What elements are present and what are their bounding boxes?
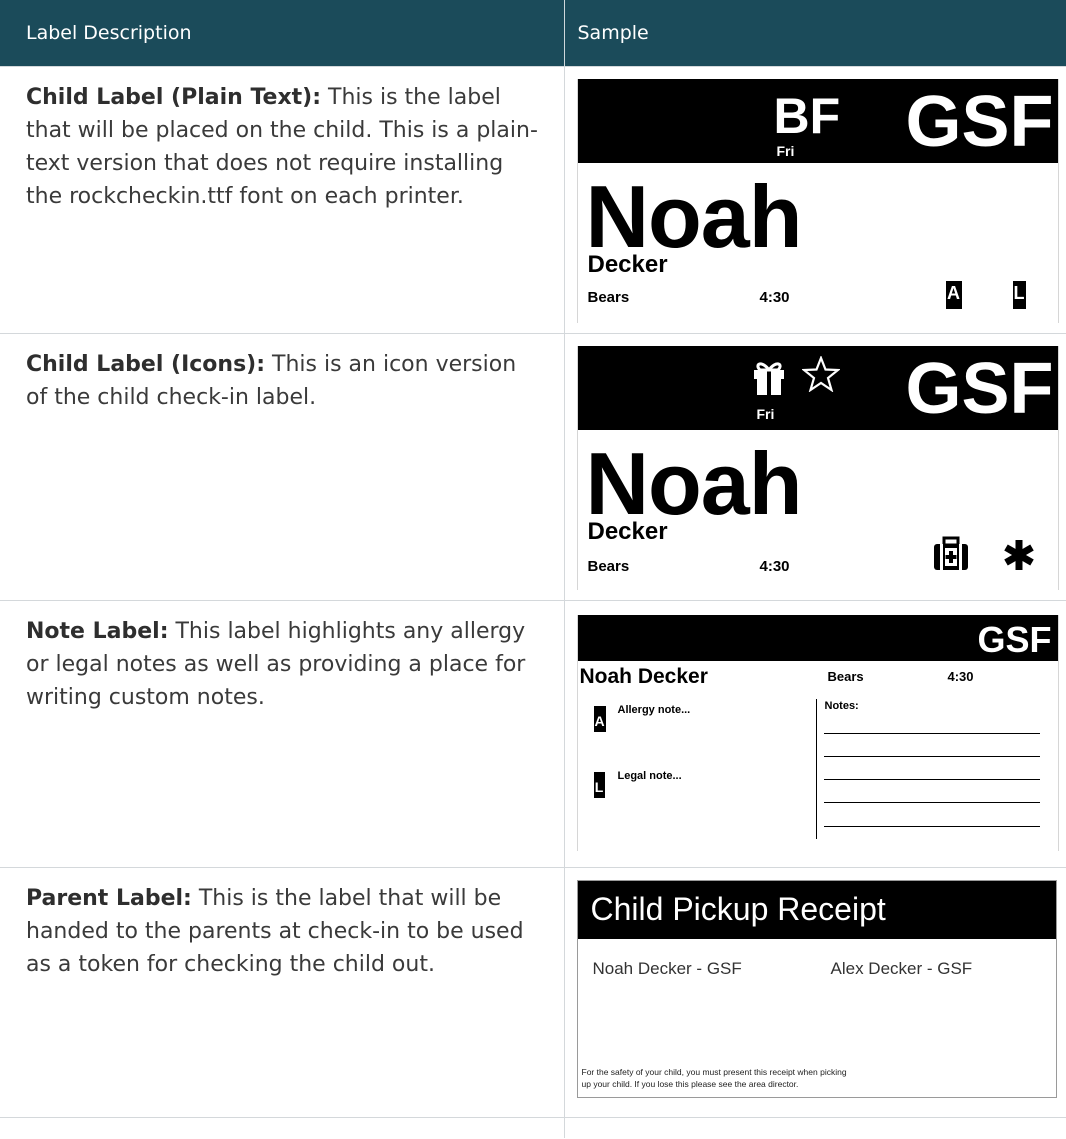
- receipt-footer-line2: up your child. If you lose this please s…: [581, 1079, 799, 1089]
- last-name: Decker: [587, 518, 668, 545]
- legal-note: Legal note...: [617, 770, 682, 782]
- checkin-time: 4:30: [759, 558, 790, 575]
- group-name: Bears: [587, 289, 630, 306]
- header-sample: Sample: [564, 0, 1066, 67]
- note-line: [823, 826, 1040, 827]
- checkin-time: 4:30: [759, 289, 790, 306]
- day-text: Fri: [756, 406, 775, 422]
- notes-heading: Notes:: [824, 700, 859, 712]
- group-name: Bears: [587, 558, 630, 575]
- first-name: Noah: [585, 434, 803, 533]
- group-name: Bears: [827, 669, 864, 684]
- sibling-entry: Alex Decker - GSF: [830, 959, 973, 978]
- label-header-bar: Fri GSF: [577, 346, 1058, 430]
- row-description: [0, 1117, 565, 1138]
- receipt-header-bar: Child Pickup Receipt: [577, 881, 1056, 939]
- row-title: Parent Label:: [26, 886, 192, 911]
- legal-flag: L: [593, 772, 605, 798]
- row-sample: Fri GSF Noah Decker Bears 4:30: [564, 333, 1066, 601]
- badge-code: BF: [773, 88, 841, 144]
- service-code: GSF: [905, 82, 1054, 162]
- checkin-time: 4:30: [947, 669, 974, 684]
- table-header: Label Description Sample: [0, 0, 1066, 67]
- parent-label-sample: Child Pickup Receipt Noah Decker - GSF A…: [576, 880, 1057, 1098]
- service-code: GSF: [977, 619, 1052, 660]
- child-entry: Noah Decker - GSF: [592, 959, 742, 978]
- gift-icon: [752, 356, 786, 401]
- row-title: Note Label:: [26, 619, 169, 644]
- table-row: Parent Label: This is the label that wil…: [0, 867, 1066, 1118]
- label-table: Label Description Sample Child Label (Pl…: [0, 0, 1066, 1138]
- note-line: [823, 756, 1040, 757]
- row-description: Child Label (Icons): This is an icon ver…: [0, 333, 565, 601]
- medical-kit-icon: [932, 536, 970, 577]
- row-sample: [564, 1117, 1066, 1138]
- allergy-flag: A: [945, 281, 962, 309]
- row-sample: GSF Noah Decker Bears 4:30 A Allergy not…: [564, 600, 1066, 868]
- receipt-footer-line1: For the safety of your child, you must p…: [581, 1067, 847, 1077]
- day-text: Fri: [776, 143, 795, 159]
- allergy-note: Allergy note...: [617, 704, 691, 716]
- row-description: Parent Label: This is the label that wil…: [0, 867, 565, 1118]
- row-sample: BF Fri GSF Noah Decker Bears 4:30 A L: [564, 66, 1066, 334]
- row-title: Child Label (Plain Text):: [26, 85, 322, 110]
- row-description: Child Label (Plain Text): This is the la…: [0, 66, 565, 334]
- table-row: Child Label (Icons): This is an icon ver…: [0, 333, 1066, 601]
- note-label-sample: GSF Noah Decker Bears 4:30 A Allergy not…: [576, 615, 1059, 851]
- table-row: Child Label (Plain Text): This is the la…: [0, 66, 1066, 334]
- notes-divider: [815, 699, 817, 839]
- child-label-icons-sample: Fri GSF Noah Decker Bears 4:30: [576, 346, 1059, 590]
- label-header-bar: BF Fri GSF: [577, 79, 1058, 163]
- row-sample: Child Pickup Receipt Noah Decker - GSF A…: [564, 867, 1066, 1118]
- table-row: [0, 1117, 1066, 1138]
- row-description: Note Label: This label highlights any al…: [0, 600, 565, 868]
- asterisk-icon: [1002, 538, 1036, 577]
- full-name: Noah Decker: [579, 665, 708, 688]
- service-code: GSF: [905, 349, 1054, 429]
- row-title: Child Label (Icons):: [26, 352, 266, 377]
- allergy-flag: A: [593, 706, 606, 732]
- receipt-heading: Child Pickup Receipt: [590, 891, 886, 927]
- star-icon: [800, 354, 841, 397]
- last-name: Decker: [587, 251, 668, 278]
- table-row: Note Label: This label highlights any al…: [0, 600, 1066, 868]
- label-header-bar: GSF: [577, 615, 1058, 661]
- first-name: Noah: [585, 167, 803, 266]
- legal-flag: L: [1012, 281, 1026, 309]
- note-line: [823, 779, 1040, 780]
- child-label-plain-sample: BF Fri GSF Noah Decker Bears 4:30 A L: [576, 79, 1059, 323]
- note-line: [823, 802, 1040, 803]
- header-label-description: Label Description: [0, 0, 565, 67]
- note-line: [823, 733, 1040, 734]
